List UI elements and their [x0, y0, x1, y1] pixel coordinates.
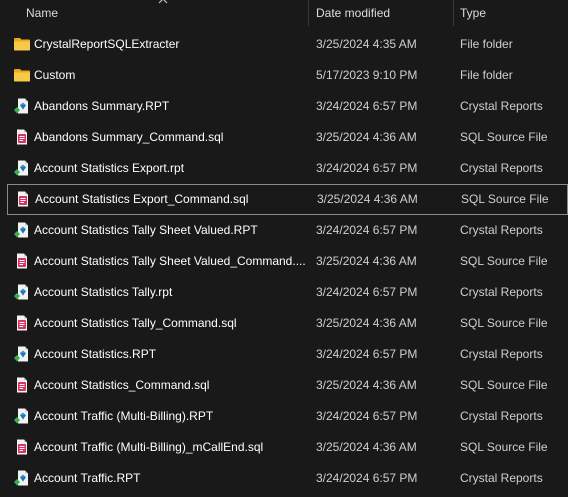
crystal-report-icon — [13, 160, 31, 176]
crystal-report-icon — [13, 98, 31, 114]
file-date-modified: 3/25/2024 4:36 AM — [316, 254, 417, 268]
sql-file-icon — [13, 377, 31, 393]
file-type: Crystal Reports — [460, 161, 543, 175]
file-date-modified: 3/25/2024 4:36 AM — [317, 192, 418, 206]
file-date-modified: 3/24/2024 6:57 PM — [316, 471, 418, 485]
sql-file-icon — [14, 191, 32, 207]
crystal-report-icon — [13, 408, 31, 424]
file-date-modified: 3/25/2024 4:35 AM — [316, 37, 417, 51]
file-name: Account Statistics Tally.rpt — [34, 285, 173, 299]
column-divider[interactable] — [308, 0, 309, 26]
file-name: Account Traffic (Multi-Billing)_mCallEnd… — [34, 440, 264, 454]
file-row[interactable]: Abandons Summary_Command.sql 3/25/2024 4:… — [0, 122, 568, 153]
file-name: Account Statistics Tally Sheet Valued_Co… — [34, 254, 306, 268]
file-name: Account Statistics Export_Command.sql — [35, 192, 249, 206]
file-row[interactable]: Account Statistics Tally_Command.sql 3/25… — [0, 308, 568, 339]
file-row[interactable]: Account Statistics Tally Sheet Valued_Co… — [0, 246, 568, 277]
file-type: SQL Source File — [460, 316, 548, 330]
file-row[interactable]: Account Traffic (Multi-Billing)_mCallEnd… — [0, 432, 568, 463]
file-type: SQL Source File — [460, 130, 548, 144]
column-header-name[interactable]: Name — [26, 0, 58, 26]
file-row[interactable]: Custom 5/17/2023 9:10 PM File folder — [0, 60, 568, 91]
file-date-modified: 3/24/2024 6:57 PM — [316, 409, 418, 423]
file-name: Account Statistics Export.rpt — [34, 161, 185, 175]
file-name: Account Statistics.RPT — [34, 347, 157, 361]
file-type: File folder — [460, 37, 513, 51]
file-name: Account Statistics_Command.sql — [34, 378, 210, 392]
file-date-modified: 3/24/2024 6:57 PM — [316, 99, 418, 113]
file-type: SQL Source File — [461, 192, 549, 206]
crystal-report-icon — [13, 222, 31, 238]
file-row[interactable]: Account Statistics_Command.sql 3/25/2024 … — [0, 370, 568, 401]
file-type: SQL Source File — [460, 440, 548, 454]
file-row[interactable]: Account Statistics.RPT 3/24/2024 6:57 PM C… — [0, 339, 568, 370]
file-type: Crystal Reports — [460, 471, 543, 485]
column-header-type[interactable]: Type — [460, 0, 486, 26]
file-name: Abandons Summary.RPT — [34, 99, 170, 113]
column-divider[interactable] — [453, 0, 454, 26]
file-type: Crystal Reports — [460, 285, 543, 299]
crystal-report-icon — [13, 284, 31, 300]
file-date-modified: 3/24/2024 6:57 PM — [316, 161, 418, 175]
file-row[interactable]: Account Traffic (Multi-Billing).RPT 3/24/… — [0, 401, 568, 432]
file-date-modified: 5/17/2023 9:10 PM — [316, 68, 418, 82]
file-type: SQL Source File — [460, 254, 548, 268]
file-name: Account Statistics Tally_Command.sql — [34, 316, 237, 330]
sql-file-icon — [13, 253, 31, 269]
file-date-modified: 3/24/2024 6:57 PM — [316, 223, 418, 237]
file-name: Account Statistics Tally Sheet Valued.RP… — [34, 223, 258, 237]
sql-file-icon — [13, 129, 31, 145]
folder-icon — [13, 36, 31, 52]
file-date-modified: 3/25/2024 4:36 AM — [316, 130, 417, 144]
file-name: Custom — [34, 68, 76, 82]
column-header-row: Name Date modified Type — [0, 0, 568, 26]
file-date-modified: 3/24/2024 6:57 PM — [316, 285, 418, 299]
file-row[interactable]: Account Statistics Tally Sheet Valued.RP… — [0, 215, 568, 246]
file-type: Crystal Reports — [460, 223, 543, 237]
file-row[interactable]: Account Statistics Tally.rpt 3/24/2024 6:… — [0, 277, 568, 308]
file-name: CrystalReportSQLExtracter — [34, 37, 180, 51]
file-date-modified: 3/25/2024 4:36 AM — [316, 440, 417, 454]
file-type: Crystal Reports — [460, 99, 543, 113]
sql-file-icon — [13, 439, 31, 455]
file-row[interactable]: Account Statistics Export.rpt 3/24/2024 6… — [0, 153, 568, 184]
sort-ascending-icon — [158, 0, 168, 4]
file-type: Crystal Reports — [460, 409, 543, 423]
file-type: Crystal Reports — [460, 347, 543, 361]
file-date-modified: 3/25/2024 4:36 AM — [316, 316, 417, 330]
crystal-report-icon — [13, 470, 31, 486]
file-row-selected[interactable]: Account Statistics Export_Command.sql 3/2… — [7, 184, 568, 215]
column-header-date-modified[interactable]: Date modified — [316, 0, 390, 26]
file-type: File folder — [460, 68, 513, 82]
file-name: Account Traffic (Multi-Billing).RPT — [34, 409, 214, 423]
sql-file-icon — [13, 315, 31, 331]
file-date-modified: 3/24/2024 6:57 PM — [316, 347, 418, 361]
file-type: SQL Source File — [460, 378, 548, 392]
crystal-report-icon — [13, 346, 31, 362]
file-row[interactable]: Account Traffic.RPT 3/24/2024 6:57 PM Crys… — [0, 463, 568, 494]
folder-icon — [13, 67, 31, 83]
file-name: Account Traffic.RPT — [34, 471, 141, 485]
file-name: Abandons Summary_Command.sql — [34, 130, 224, 144]
file-row[interactable]: Abandons Summary.RPT 3/24/2024 6:57 PM Cry… — [0, 91, 568, 122]
file-date-modified: 3/25/2024 4:36 AM — [316, 378, 417, 392]
file-row[interactable]: CrystalReportSQLExtracter 3/25/2024 4:35 … — [0, 29, 568, 60]
